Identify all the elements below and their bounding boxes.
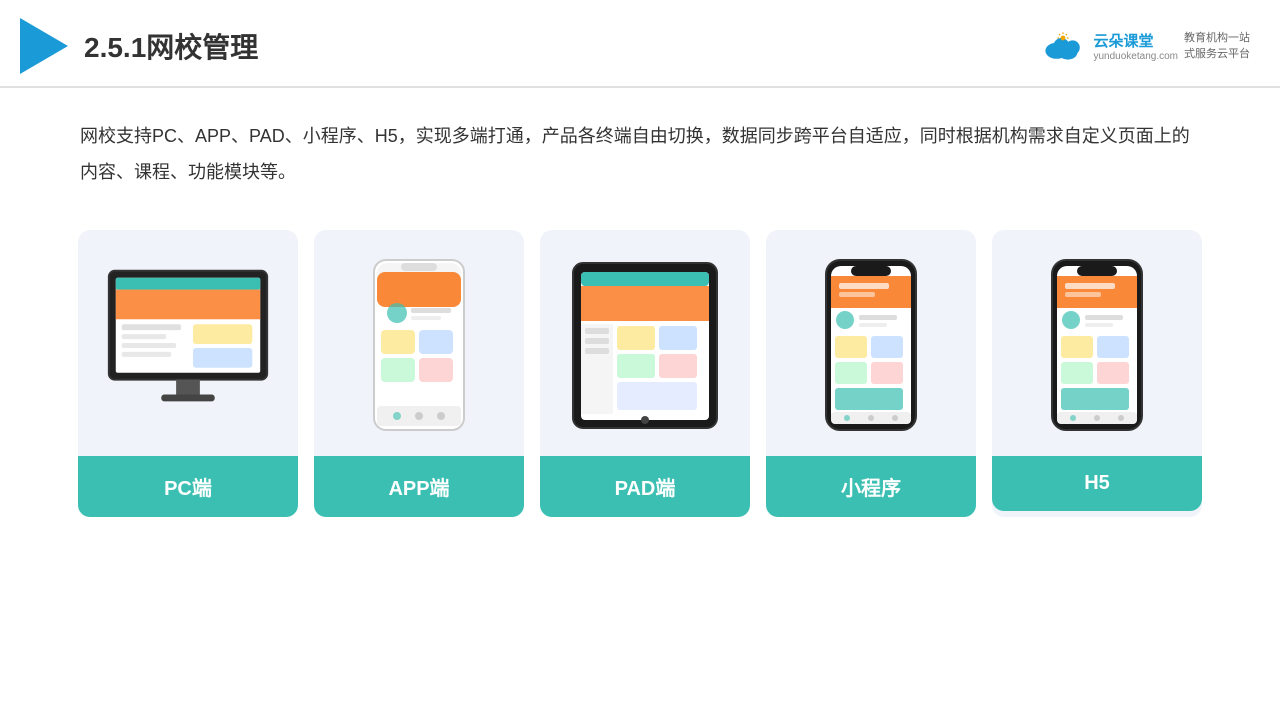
app-image-area [330,250,508,440]
brand-text: 云朵课堂 yunduoketang.com [1093,30,1178,62]
h5-image-area [1008,250,1186,440]
pc-card: PC端 [78,230,298,517]
h5-device-icon [1047,258,1147,433]
pad-label: PAD端 [540,456,750,517]
app-device-icon [369,258,469,433]
app-label: APP端 [314,456,524,517]
h5-card: H5 [992,230,1202,517]
brand-url: yunduoketang.com [1093,51,1178,62]
pad-card: PAD端 [540,230,750,517]
h5-label: H5 [992,456,1202,511]
miniprogram-label: 小程序 [766,456,976,517]
pc-image-area [94,250,282,440]
pc-device-icon [94,260,282,430]
miniprogram-device-icon [821,258,921,433]
cloud-logo-icon [1039,30,1087,62]
device-cards-container: PC端 [0,200,1280,547]
pc-label: PC端 [78,456,298,517]
logo-triangle-icon [20,18,68,74]
page-title: 2.5.1网校管理 [84,26,258,66]
header-left: 2.5.1网校管理 [20,18,258,74]
miniprogram-card: 小程序 [766,230,976,517]
app-card: APP端 [314,230,524,517]
header: 2.5.1网校管理 云朵课堂 yunduoketang.com 教 [0,0,1280,88]
description-text: 网校支持PC、APP、PAD、小程序、H5，实现多端打通，产品各终端自由切换，数… [0,88,1280,200]
brand-tagline: 教育机构一站式服务云平台 [1184,30,1250,63]
brand-area: 云朵课堂 yunduoketang.com 教育机构一站式服务云平台 [1039,30,1250,63]
brand-logo: 云朵课堂 yunduoketang.com 教育机构一站式服务云平台 [1039,30,1250,63]
miniprogram-image-area [782,250,960,440]
pad-device-icon [565,258,725,433]
brand-name: 云朵课堂 [1093,30,1178,51]
pad-image-area [556,250,734,440]
